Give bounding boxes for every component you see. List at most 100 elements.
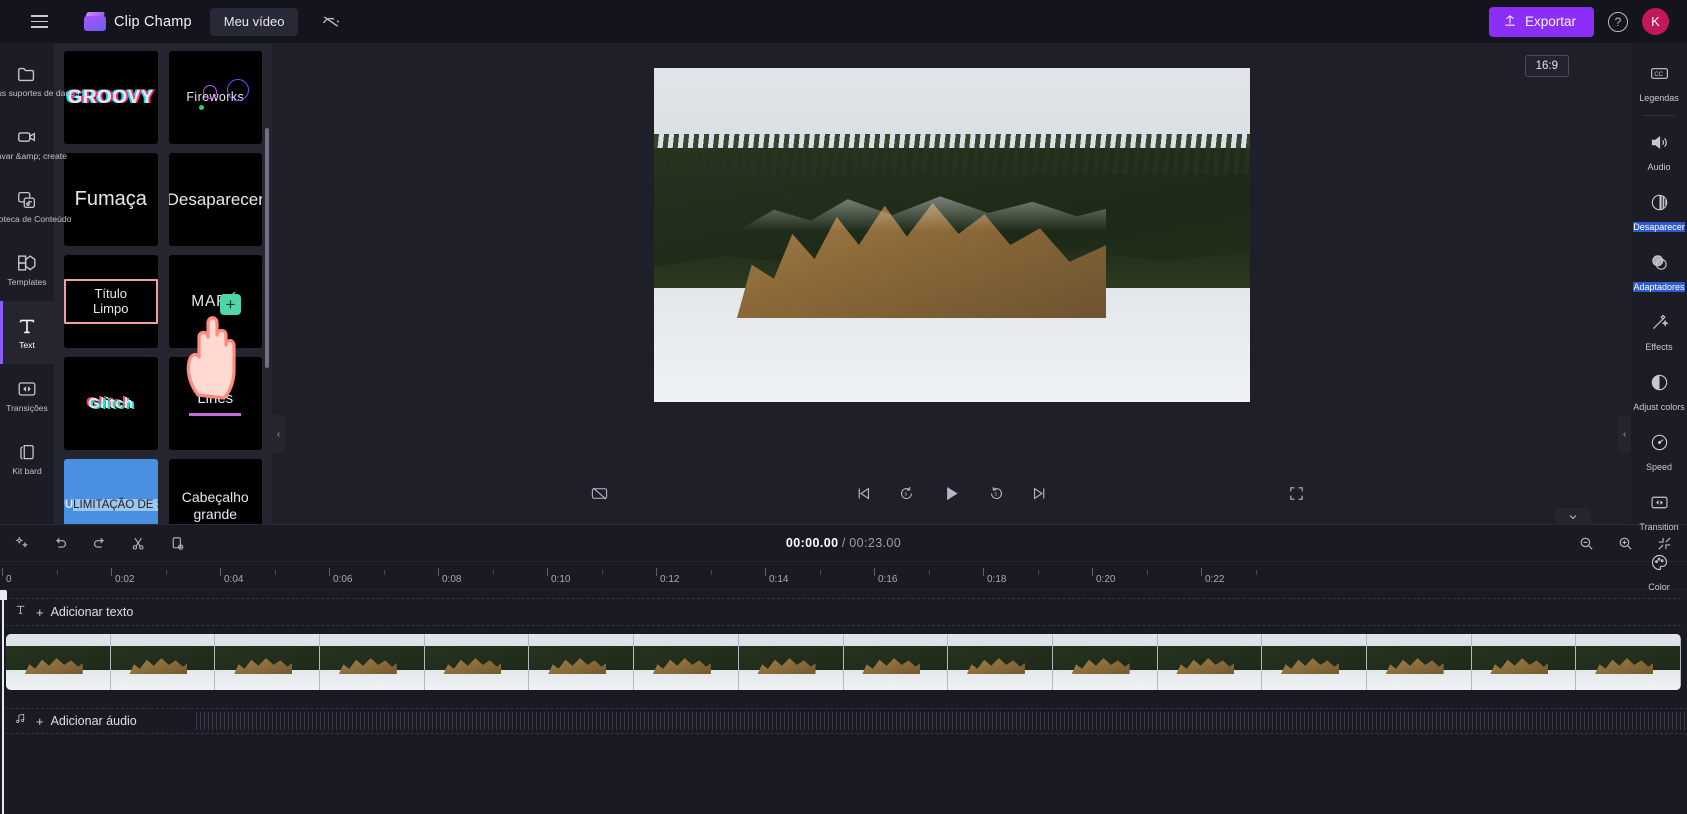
skip-to-end-icon[interactable] xyxy=(1031,485,1048,502)
text-template-card[interactable]: Cabeçalho grande xyxy=(168,459,262,524)
ruler-tick-label: 0:04 xyxy=(224,574,244,585)
card-label: GROOVY xyxy=(67,86,154,108)
plus-icon: + xyxy=(36,713,44,729)
video-thumbnail-frame xyxy=(215,634,321,690)
captions-off-icon[interactable] xyxy=(590,484,609,503)
transport-controls: 5 5 xyxy=(855,483,1048,504)
right-rail-item-speed[interactable]: Speed xyxy=(1631,422,1687,482)
top-bar: Clip Champ Meu vídeo Exportar ? K xyxy=(0,0,1687,43)
project-name-field[interactable]: Meu vídeo xyxy=(209,7,299,36)
sidebar-item-label: Os seus suportes de dados xyxy=(0,88,80,98)
sidebar-item-label: Kit bard xyxy=(12,466,42,476)
text-template-card[interactable]: Desaparecer xyxy=(168,153,262,246)
sidebar-item-content-library[interactable]: Biblioteca de Conteúdo xyxy=(0,175,71,238)
text-template-card[interactable]: Fireworks xyxy=(168,51,262,144)
text-t-icon xyxy=(14,603,27,621)
video-thumbnail-frame xyxy=(1157,634,1263,690)
text-template-card[interactable]: MARÉ xyxy=(168,255,262,348)
contrast-icon xyxy=(1649,372,1670,398)
text-template-card[interactable]: Glitch xyxy=(64,357,158,450)
text-template-card[interactable]: Lines xyxy=(168,357,262,450)
forward-5s-icon[interactable]: 5 xyxy=(988,485,1005,502)
right-rail-item-adjust-colors[interactable]: Adjust colors xyxy=(1631,362,1687,422)
magic-sparkle-icon[interactable] xyxy=(14,535,30,551)
brand[interactable]: Clip Champ xyxy=(84,11,192,32)
video-camera-icon xyxy=(16,126,38,148)
player-controls: 5 5 xyxy=(272,462,1631,524)
zoom-out-icon[interactable] xyxy=(1578,535,1595,552)
sidebar-item-transitions[interactable]: Transições xyxy=(0,364,54,427)
sidebar-item-templates[interactable]: Templates xyxy=(0,238,54,301)
collapse-right-panel-button[interactable]: ‹ xyxy=(1618,415,1631,453)
right-rail-label: Adaptadores xyxy=(1633,282,1685,292)
sidebar-item-your-media[interactable]: Os seus suportes de dados xyxy=(0,49,79,112)
right-rail-label: Adjust colors xyxy=(1633,402,1685,412)
templates-icon xyxy=(16,252,38,274)
split-scissors-icon[interactable] xyxy=(130,535,147,552)
text-template-card[interactable]: PULIMITAÇÃO DE S xyxy=(64,459,158,524)
right-rail-label: Legendas xyxy=(1639,93,1679,103)
card-label-selected: LIMITAÇÃO DE S xyxy=(73,498,158,511)
ruler-tick-label: 0:10 xyxy=(551,574,571,585)
fullscreen-icon[interactable] xyxy=(1288,485,1305,502)
spark-dot-icon xyxy=(198,105,204,110)
eye-off-icon[interactable] xyxy=(318,9,344,35)
right-rail-item-transition[interactable]: Transition xyxy=(1631,482,1687,542)
right-rail-label: Desaparecer xyxy=(1633,222,1685,232)
add-text-button[interactable]: + Adicionar texto xyxy=(36,605,133,620)
card-label: Título Limpo xyxy=(64,278,158,325)
skip-to-start-icon[interactable] xyxy=(855,485,872,502)
sidebar-item-label: Transições xyxy=(6,403,48,413)
time-separator: / xyxy=(841,536,846,550)
timeline-ruler[interactable]: 0 0:02 0:04 0:06 0:08 0:10 0:12 0:14 0:16 0:18 0:2… xyxy=(0,562,1687,590)
right-rail-item-color[interactable]: Color xyxy=(1631,542,1687,602)
export-button[interactable]: Exportar xyxy=(1488,6,1594,37)
timeline-tools xyxy=(14,535,186,552)
aspect-ratio-badge[interactable]: 16:9 xyxy=(1524,55,1569,77)
undo-icon[interactable] xyxy=(52,535,69,552)
sidebar-item-brand-kit[interactable]: Kit bard xyxy=(0,427,54,490)
sidebar-item-text[interactable]: Text xyxy=(0,301,54,364)
right-rail-label: Effects xyxy=(1645,342,1673,352)
video-preview[interactable] xyxy=(653,67,1250,402)
rewind-5s-icon[interactable]: 5 xyxy=(898,485,915,502)
ruler-tick-label: 0:12 xyxy=(660,574,680,585)
video-thumbnail-frame xyxy=(738,634,844,690)
right-rail-item-fade[interactable]: Desaparecer xyxy=(1631,182,1687,242)
right-rail-item-effects[interactable]: Effects xyxy=(1631,302,1687,362)
card-label: Fumaça xyxy=(74,188,147,210)
text-template-card[interactable]: Título Limpo xyxy=(64,255,158,348)
right-rail-item-audio[interactable]: Audio xyxy=(1631,122,1687,182)
right-rail-label: Transition xyxy=(1639,522,1679,532)
video-track-clip[interactable] xyxy=(6,634,1681,690)
add-audio-button[interactable]: + Adicionar áudio xyxy=(36,714,137,729)
text-template-card[interactable]: Fumaça xyxy=(64,153,158,246)
add-text-label: Adicionar texto xyxy=(50,605,134,619)
help-icon[interactable]: ? xyxy=(1608,11,1628,32)
right-rail-item-captions[interactable]: CC Legendas xyxy=(1631,53,1687,113)
topbar-actions: Exportar ? K xyxy=(1488,6,1675,37)
sidebar-item-record-create[interactable]: Gravar &amp; create xyxy=(0,112,67,175)
video-thumbnail-frame xyxy=(1366,634,1472,690)
chevron-down-icon[interactable] xyxy=(1555,508,1591,525)
duplicate-icon[interactable] xyxy=(169,535,186,552)
right-rail-item-filters[interactable]: Adaptadores xyxy=(1631,242,1687,302)
audio-track[interactable]: + Adicionar áudio xyxy=(6,708,1687,734)
filters-icon xyxy=(1649,252,1670,278)
timecode-display: 00:00.00 / 00:23.00 xyxy=(0,536,1687,550)
video-thumbnail-frame xyxy=(1262,634,1367,690)
ruler-tick-label: 0 xyxy=(6,574,12,585)
add-template-badge[interactable]: + xyxy=(220,294,241,315)
collapse-left-panel-button[interactable]: ‹ xyxy=(272,415,285,453)
panel-scrollbar[interactable] xyxy=(265,128,269,368)
hamburger-icon[interactable] xyxy=(22,5,56,39)
playhead[interactable] xyxy=(0,590,7,814)
captions-icon: CC xyxy=(1649,63,1670,89)
play-icon[interactable] xyxy=(941,483,962,504)
ruler-tick-label: 0:08 xyxy=(442,574,462,585)
text-track[interactable]: + Adicionar texto xyxy=(6,598,1681,626)
timeline-tracks: + Adicionar texto + Adicionar áudio xyxy=(0,590,1687,814)
avatar[interactable]: K xyxy=(1642,8,1669,35)
redo-icon[interactable] xyxy=(91,535,108,552)
video-thumbnail-frame xyxy=(529,634,635,690)
